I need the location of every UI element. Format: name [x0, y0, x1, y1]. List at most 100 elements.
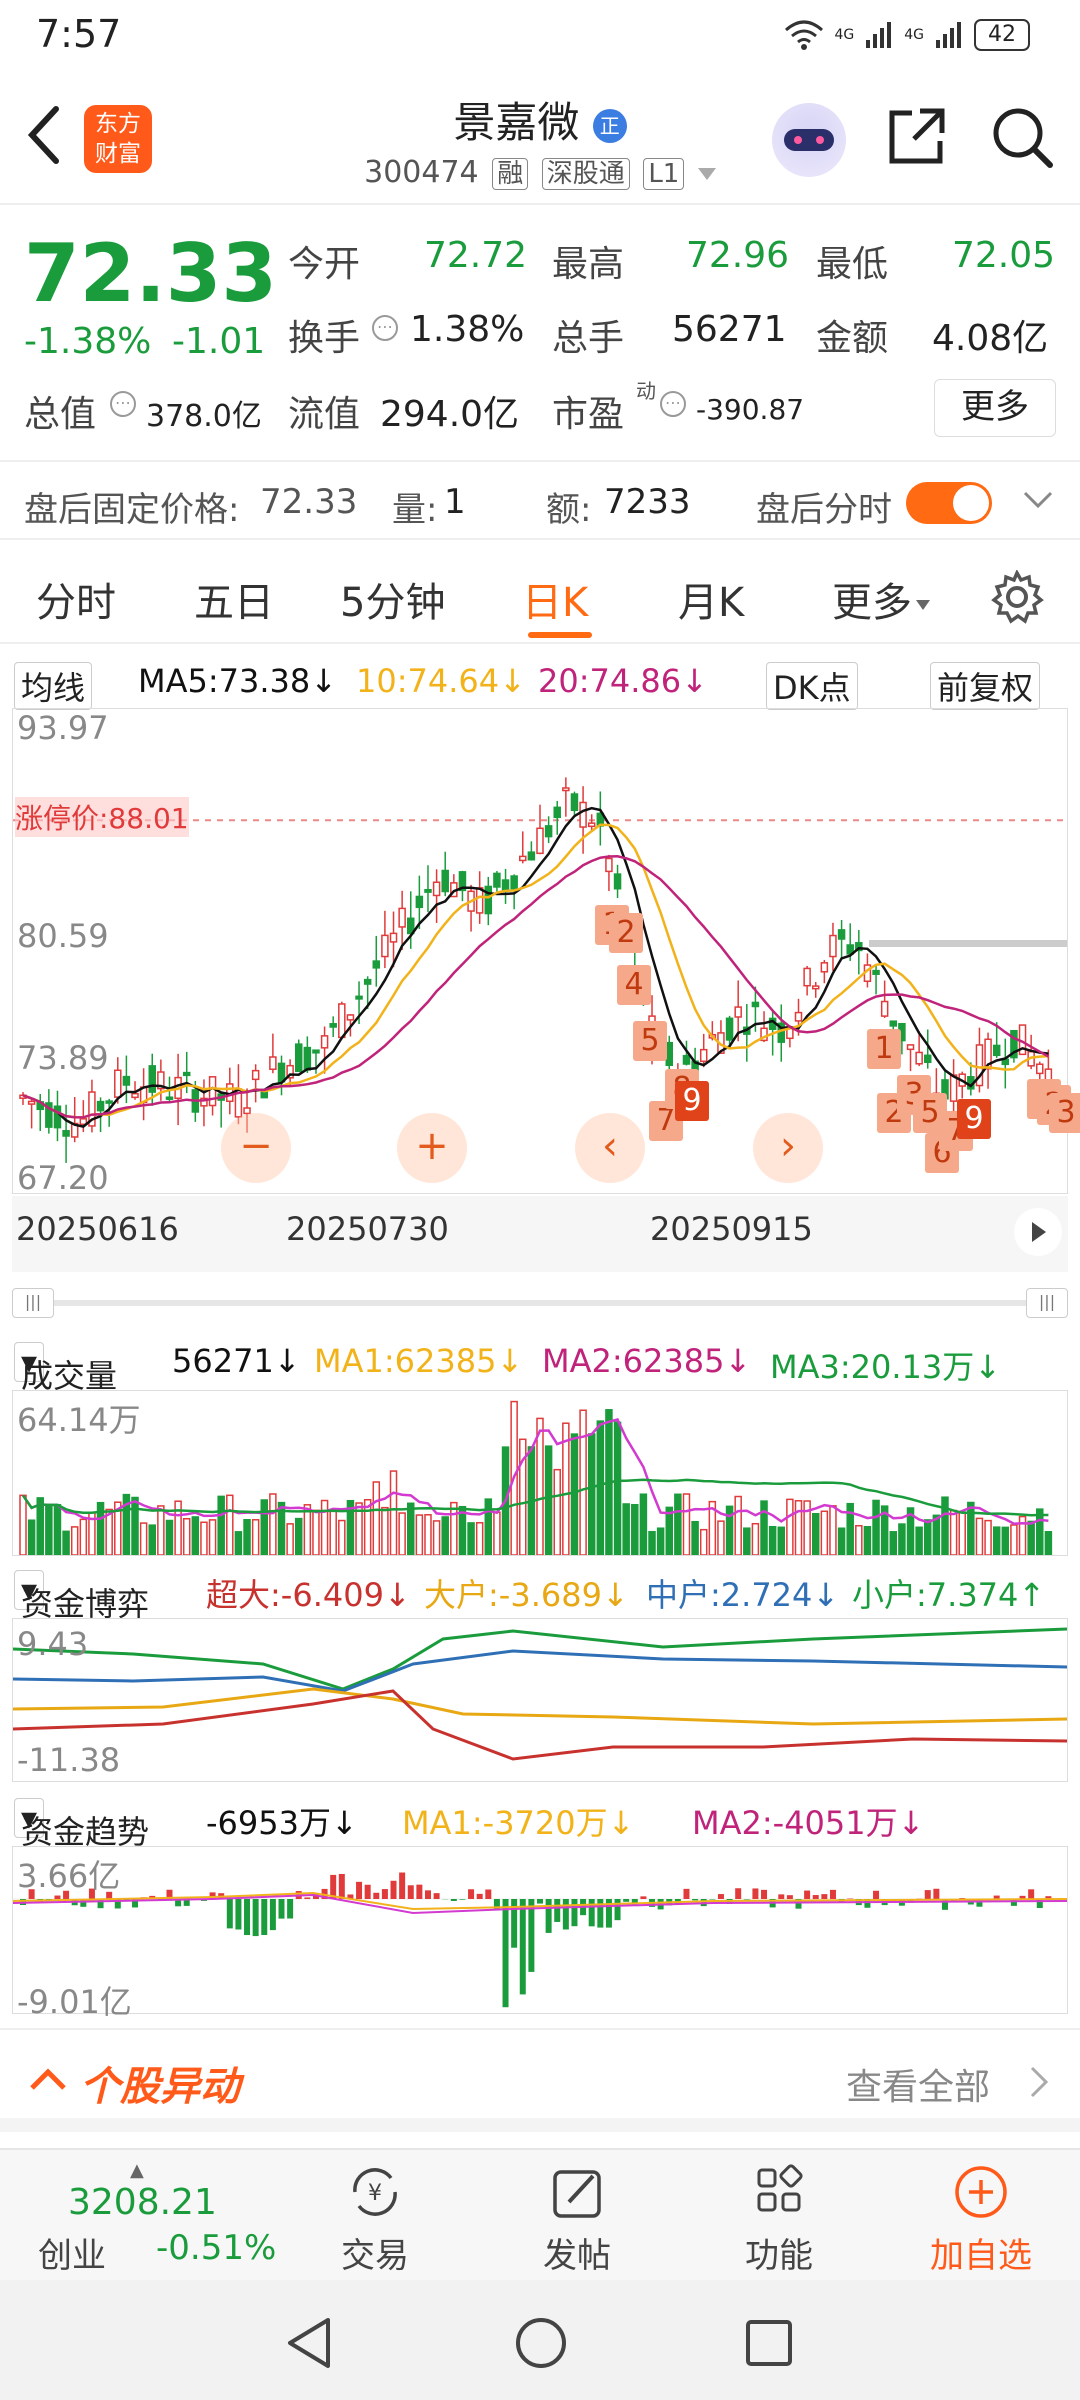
chevron-right-icon[interactable]	[1028, 2064, 1050, 2100]
scrubber-left-handle[interactable]: |||	[12, 1288, 54, 1318]
chart-next-button[interactable]	[1014, 1208, 1062, 1256]
volume-bar	[286, 1523, 294, 1555]
system-home-icon[interactable]	[514, 2316, 568, 2370]
volume-bar	[1027, 1520, 1035, 1555]
candle-body	[553, 806, 561, 819]
low-label: 最低	[816, 244, 889, 285]
tab-more[interactable]: 更多	[832, 570, 930, 628]
volume-bar	[544, 1445, 553, 1555]
zoom-in-button[interactable]: +	[397, 1113, 467, 1183]
open-value: 72.72	[424, 235, 528, 276]
signal-label-1: 4G	[834, 27, 855, 43]
signal-marker[interactable]: 5	[633, 1021, 667, 1061]
date-label: 20250915	[650, 1210, 813, 1248]
volume-chart[interactable]: 64.14万	[12, 1390, 1068, 1556]
signal-marker[interactable]: 9	[675, 1081, 709, 1121]
nav-function[interactable]: 功能	[714, 2162, 844, 2277]
candle-body	[544, 825, 553, 838]
nav-post[interactable]: 发帖	[512, 2162, 642, 2277]
after-hours-toggle[interactable]	[906, 482, 992, 524]
volume-bar	[200, 1521, 208, 1555]
movement-title: 个股异动	[80, 2064, 240, 2110]
fund-game-chart[interactable]: 9.43 -11.38	[12, 1618, 1068, 1782]
tab-intraday[interactable]: 分时	[36, 570, 116, 628]
volume-selector[interactable]: 成交量 ▾	[14, 1342, 117, 1395]
candle-body	[725, 1017, 734, 1041]
volume-bar	[53, 1504, 62, 1555]
chevron-up-icon[interactable]	[28, 2066, 68, 2092]
fund-trend-bar	[269, 1899, 276, 1931]
dropdown-triangle-icon[interactable]	[697, 167, 716, 180]
fund-trend-selector[interactable]: 资金趋势 ▾	[14, 1798, 149, 1851]
fund-game-selector[interactable]: 资金博弈 ▾	[14, 1570, 149, 1623]
info-circle-icon[interactable]: ⋯	[660, 391, 686, 417]
ma-selector[interactable]: 均线	[14, 662, 93, 710]
tag-level: L1	[643, 158, 685, 190]
signal-marker[interactable]: 1	[867, 1029, 901, 1069]
signal-marker[interactable]: 9	[957, 1099, 991, 1139]
nav-trade[interactable]: ¥ 交易	[310, 2162, 440, 2277]
volume-bar	[570, 1433, 579, 1555]
tab-five-day[interactable]: 五日	[194, 570, 274, 628]
index-ticker[interactable]: ▲ 3208.21 创业 -0.51%	[20, 2160, 290, 2276]
pan-right-button[interactable]: ›	[753, 1113, 823, 1183]
candle-body	[320, 1035, 329, 1049]
robot-assistant-icon[interactable]	[772, 103, 846, 177]
signal-marker[interactable]: 4	[617, 965, 651, 1005]
candle-body	[803, 967, 811, 987]
candle-body	[906, 1044, 915, 1051]
fund-trend-chart[interactable]: 3.66亿 -9.01亿	[12, 1846, 1068, 2021]
tab-monthly-k[interactable]: 月K	[678, 570, 744, 628]
volume-y-top: 64.14万	[17, 1401, 141, 1439]
adjust-selector[interactable]: 前复权	[930, 662, 1041, 710]
fund-trend-bar	[821, 1894, 828, 1899]
candle-body	[260, 1091, 269, 1099]
candle-body	[527, 851, 536, 861]
ma10-value: 10:74.64↓	[356, 662, 526, 700]
fund-trend-bar	[623, 1899, 630, 1902]
candle-body	[415, 895, 424, 909]
volume-bar	[493, 1511, 501, 1555]
high-label: 最高	[552, 244, 625, 285]
fund-trend-bar	[933, 1888, 940, 1899]
chevron-down-icon[interactable]	[1022, 490, 1054, 510]
share-icon[interactable]	[884, 105, 948, 169]
dk-point-button[interactable]: DK点	[766, 662, 858, 710]
kline-chart[interactable]: 93.97 涨停价:88.01 80.59 73.89 67.20 − + ‹ …	[12, 708, 1080, 1197]
fund-trend-bar	[459, 1899, 466, 1900]
signal-icon-2	[936, 22, 961, 48]
volume-bar	[889, 1531, 898, 1555]
volume-bar	[157, 1505, 165, 1555]
last-price: 72.33	[24, 227, 278, 320]
y-axis-2: 80.59	[17, 917, 109, 955]
fund-trend-bar	[485, 1889, 492, 1899]
volume-bar	[484, 1498, 493, 1555]
signal-marker[interactable]: 2	[609, 913, 643, 953]
nav-add-watchlist[interactable]: 加自选	[916, 2162, 1046, 2277]
fund-trend-bar	[717, 1894, 724, 1899]
scrubber-right-handle[interactable]: |||	[1026, 1288, 1068, 1318]
candle-body	[872, 969, 880, 975]
zoom-out-button[interactable]: −	[221, 1113, 291, 1183]
search-icon[interactable]	[990, 105, 1054, 169]
tab-daily-k[interactable]: 日K	[522, 570, 588, 628]
pan-left-button[interactable]: ‹	[575, 1113, 645, 1183]
system-back-icon[interactable]	[284, 2316, 334, 2370]
system-recents-icon[interactable]	[744, 2318, 794, 2368]
more-button[interactable]: 更多	[934, 379, 1056, 437]
volume-bar	[622, 1503, 630, 1555]
info-circle-icon[interactable]: ⋯	[372, 315, 398, 341]
tab-5min[interactable]: 5分钟	[340, 570, 445, 628]
volume-bar	[182, 1518, 191, 1555]
range-scrubber[interactable]: ||| |||	[12, 1288, 1068, 1318]
after-hours-fixed-label: 盘后固定价格:	[24, 490, 240, 530]
view-all-link[interactable]: 查看全部	[846, 2058, 990, 2110]
grid-apps-icon	[757, 2164, 803, 2212]
candle-body	[346, 1014, 355, 1021]
volume-bar	[208, 1519, 217, 1555]
info-circle-icon[interactable]: ⋯	[110, 391, 136, 417]
candle-body	[269, 1056, 277, 1070]
change-percent: -1.38%	[24, 321, 152, 362]
signal-marker[interactable]: 3	[1049, 1093, 1080, 1133]
gear-icon[interactable]	[990, 570, 1044, 624]
